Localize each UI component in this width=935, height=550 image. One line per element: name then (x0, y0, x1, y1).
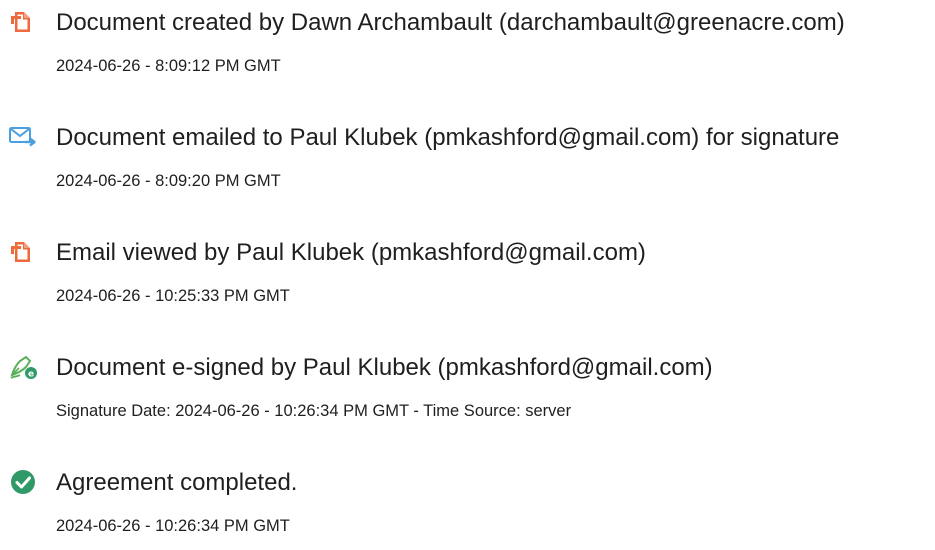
document-icon (8, 236, 38, 266)
event-title: Document created by Dawn Archambault (da… (56, 9, 845, 36)
event-document-esigned: e Document e-signed by Paul Klubek (pmka… (0, 345, 935, 435)
event-timestamp: 2024-06-26 - 8:09:12 PM GMT (56, 57, 281, 75)
event-title: Document e-signed by Paul Klubek (pmkash… (56, 354, 713, 381)
checkmark-icon (8, 466, 38, 496)
event-title: Email viewed by Paul Klubek (pmkashford@… (56, 239, 646, 266)
email-icon (8, 121, 38, 151)
event-timestamp: Signature Date: 2024-06-26 - 10:26:34 PM… (56, 402, 572, 420)
event-timestamp: 2024-06-26 - 10:26:34 PM GMT (56, 517, 290, 535)
event-title: Agreement completed. (56, 469, 298, 496)
svg-text:e: e (28, 370, 34, 380)
event-email-viewed: Email viewed by Paul Klubek (pmkashford@… (0, 230, 935, 320)
event-timestamp: 2024-06-26 - 8:09:20 PM GMT (56, 172, 281, 190)
event-title: Document emailed to Paul Klubek (pmkashf… (56, 124, 840, 151)
document-icon (8, 6, 38, 36)
esign-icon: e (8, 351, 38, 381)
event-document-emailed: Document emailed to Paul Klubek (pmkashf… (0, 115, 935, 205)
event-timestamp: 2024-06-26 - 10:25:33 PM GMT (56, 287, 290, 305)
event-document-created: Document created by Dawn Archambault (da… (0, 0, 935, 90)
event-agreement-completed: Agreement completed. 2024-06-26 - 10:26:… (0, 460, 935, 550)
